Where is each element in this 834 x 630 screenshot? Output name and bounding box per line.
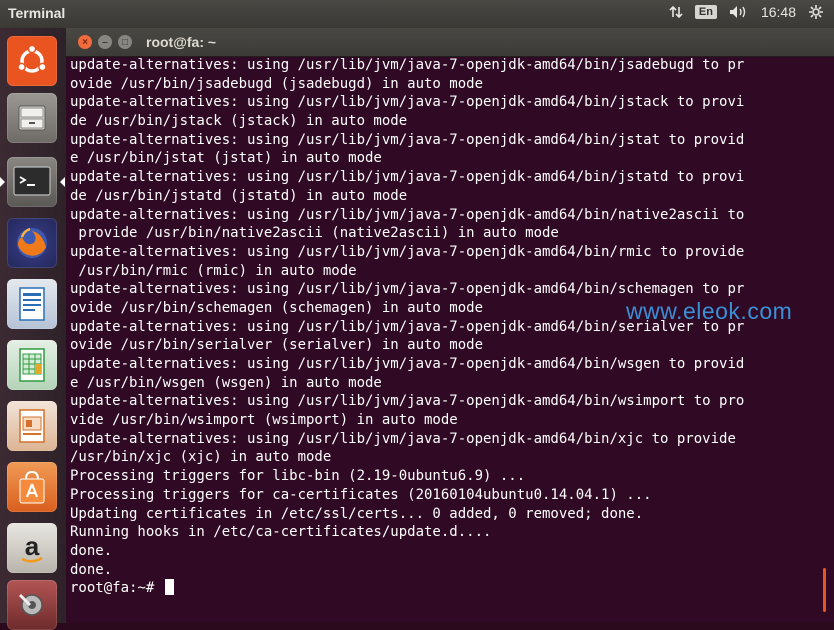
close-button[interactable]: × [78,35,92,49]
terminal-line: done. [70,542,113,559]
terminal-line: update-alternatives: using /usr/lib/jvm/… [70,169,745,186]
launcher-amazon[interactable]: a [7,523,57,573]
terminal-line: de /usr/bin/jstatd (jstatd) in auto mode [70,187,408,204]
terminal-line: Updating certificates in /etc/ssl/certs.… [70,505,644,522]
launcher-terminal[interactable] [7,157,57,207]
terminal-line: update-alternatives: using /usr/lib/jvm/… [70,131,745,148]
terminal-line: update-alternatives: using /usr/lib/jvm/… [70,356,745,372]
launcher-ubuntu-dash[interactable] [7,36,57,86]
window-title: root@fa: ~ [146,34,217,50]
launcher-libreoffice-writer[interactable] [7,279,57,329]
maximize-button[interactable]: □ [118,35,132,49]
terminal-line: update-alternatives: using /usr/lib/jvm/… [70,57,745,73]
app-title: Terminal [8,5,66,21]
ubuntu-logo-icon [17,44,47,73]
minimize-button[interactable]: – [98,35,112,49]
terminal-line: ovide /usr/bin/serialver (serialver) in … [70,337,484,354]
terminal-line: /usr/bin/rmic (rmic) in auto mode [70,262,357,279]
terminal-line: update-alternatives: using /usr/lib/jvm/… [70,281,745,298]
terminal-line: update-alternatives: using /usr/lib/jvm/… [70,393,745,410]
terminal-line: provide /usr/bin/native2ascii (native2as… [70,225,559,242]
terminal-line: vide /usr/bin/wsimport (wsimport) in aut… [70,412,458,429]
settings-gear-icon[interactable] [808,4,824,20]
amazon-a-icon: a [21,531,43,563]
launcher-files[interactable] [7,93,57,143]
watermark: www.eleok.com [626,298,793,324]
launcher-libreoffice-calc[interactable] [7,340,57,390]
terminal-output[interactable]: update-alternatives: using /usr/lib/jvm/… [70,56,822,623]
terminal-line: /usr/bin/xjc (xjc) in auto mode [70,449,332,466]
terminal-line: Processing triggers for libc-bin (2.19-0… [70,468,526,485]
writer-doc-icon [19,287,45,321]
launcher: a [0,28,67,630]
settings-wrench-icon [18,593,43,616]
impress-slides-icon [19,409,45,443]
terminal-line: update-alternatives: using /usr/lib/jvm/… [70,243,745,260]
text-cursor [164,579,174,596]
volume-icon[interactable] [729,5,749,19]
window-titlebar[interactable]: × – □ root@fa: ~ [66,28,834,57]
keyboard-language-indicator[interactable]: En [694,5,717,19]
launcher-firefox[interactable] [7,218,57,268]
svg-text:a: a [25,531,40,561]
terminal-line: Running hooks in /etc/ca-certificates/up… [70,524,492,541]
firefox-icon [17,227,47,258]
terminal-line: update-alternatives: using /usr/lib/jvm/… [70,94,745,111]
terminal-line: de /usr/bin/jstack (jstack) in auto mode [70,113,408,130]
launcher-software-center[interactable] [7,462,57,512]
calc-sheet-icon [19,348,45,382]
terminal-line: Processing triggers for ca-certificates … [70,486,652,503]
indicator-area: En 16:48 [669,4,824,20]
shell-prompt: root@fa:~# [70,580,163,597]
terminal-line: e /usr/bin/wsgen (wsgen) in auto mode [70,374,382,391]
terminal-line: update-alternatives: using /usr/lib/jvm/… [70,206,745,223]
network-updown-icon[interactable] [669,5,683,19]
terminal-line: ovide /usr/bin/jsadebugd (jsadebugd) in … [70,75,484,92]
file-cabinet-icon [18,105,46,131]
terminal-line: update-alternatives: using /usr/lib/jvm/… [70,430,736,447]
terminal-icon [13,166,51,196]
launcher-libreoffice-impress[interactable] [7,401,57,451]
scrollbar[interactable] [823,568,826,612]
top-panel: Terminal En 16:48 [0,0,834,28]
prompt-line[interactable]: root@fa:~# [70,579,822,598]
shopping-bag-icon [19,470,45,504]
terminal-line: done. [70,561,113,578]
terminal-window: × – □ root@fa: ~ update-alternatives: us… [66,28,834,623]
clock[interactable]: 16:48 [761,4,796,20]
terminal-line: e /usr/bin/jstat (jstat) in auto mode [70,150,382,167]
